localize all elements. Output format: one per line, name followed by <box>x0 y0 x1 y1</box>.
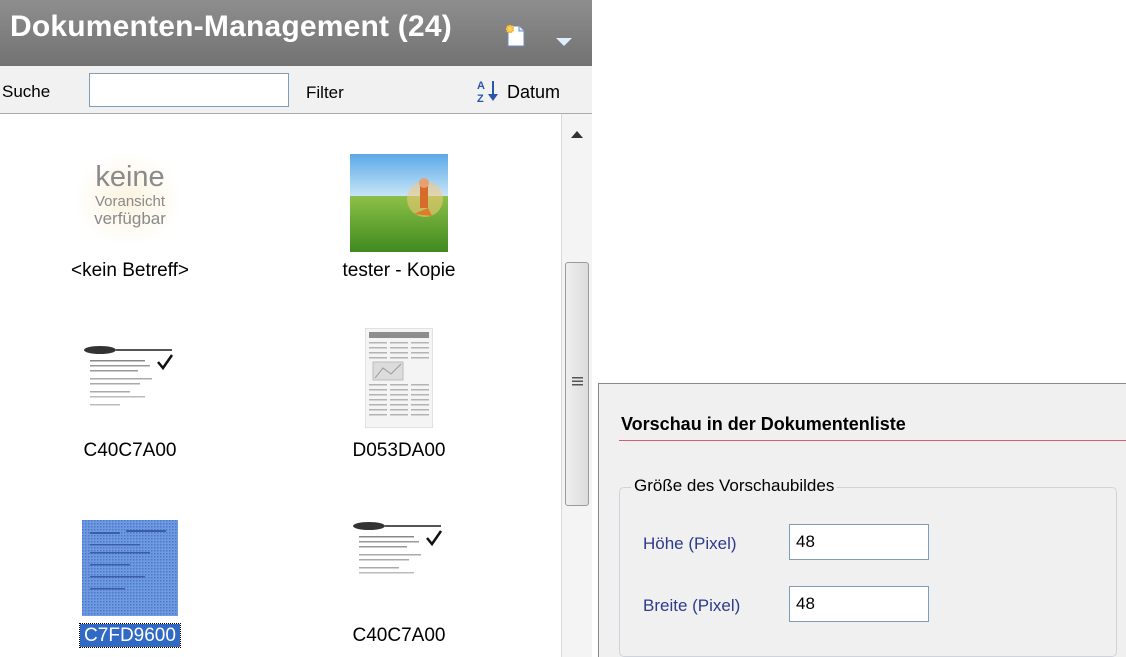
grip-icon <box>572 377 583 386</box>
sort-by-date-label[interactable]: Datum <box>507 82 560 103</box>
search-input[interactable] <box>89 73 289 107</box>
document-item[interactable]: C40C7A00 <box>25 324 235 474</box>
document-label: <kein Betreff> <box>71 260 189 281</box>
width-input[interactable] <box>789 586 929 622</box>
preview-settings-panel: Vorschau in der Dokumentenliste Größe de… <box>598 383 1126 657</box>
group-title: Größe des Vorschaubildes <box>631 476 838 496</box>
document-item[interactable]: C40C7A00 <box>294 492 504 646</box>
width-label: Breite (Pixel) <box>643 596 741 615</box>
no-preview-word-3: verfügbar <box>94 209 166 229</box>
scanned-letter-thumbnail <box>80 338 180 418</box>
document-item[interactable]: tester - Kopie <box>294 144 504 294</box>
document-list: keine Voransicht verfügbar <kein Betreff… <box>0 114 560 657</box>
scrollbar-thumb[interactable] <box>565 262 589 506</box>
document-management-panel: Dokumenten-Management (24) Suche Filter … <box>0 0 592 657</box>
document-label: tester - Kopie <box>342 260 456 281</box>
document-label: C40C7A00 <box>83 440 177 461</box>
search-toolbar: Suche Filter A Z Datum <box>0 66 592 114</box>
thumbnail-size-group <box>619 487 1117 657</box>
document-label-selected: C7FD9600 <box>25 623 235 648</box>
chevron-down-icon[interactable] <box>555 37 573 47</box>
settings-section-title: Vorschau in der Dokumentenliste <box>621 414 906 434</box>
height-label: Höhe (Pixel) <box>643 534 737 553</box>
section-divider <box>619 440 1126 441</box>
svg-text:A: A <box>477 80 485 92</box>
photo-thumbnail <box>350 154 448 252</box>
panel-header: Dokumenten-Management (24) <box>0 0 592 67</box>
document-item[interactable]: keine Voransicht verfügbar <kein Betreff… <box>25 144 235 294</box>
document-item[interactable]: D053DA00 <box>294 324 504 474</box>
filter-button[interactable]: Filter <box>306 83 344 103</box>
search-label: Suche <box>2 82 51 101</box>
scanned-letter-thumbnail <box>349 514 449 594</box>
document-label: D053DA00 <box>352 440 446 461</box>
scroll-up-arrow-icon[interactable] <box>570 130 584 140</box>
document-label: C40C7A00 <box>352 625 446 646</box>
document-item-selected[interactable]: C7FD9600 <box>25 492 235 648</box>
selected-thumbnail <box>82 520 178 616</box>
no-preview-word-1: keine <box>95 161 165 193</box>
vertical-scrollbar[interactable] <box>561 114 592 657</box>
new-document-icon[interactable] <box>505 24 527 48</box>
newspaper-thumbnail <box>365 328 433 428</box>
panel-title: Dokumenten-Management (24) <box>10 10 452 43</box>
no-preview-word-2: Voransicht <box>94 192 166 210</box>
height-input[interactable] <box>789 524 929 560</box>
sort-az-icon[interactable]: A Z <box>476 78 500 104</box>
no-preview-thumbnail: keine Voransicht verfügbar <box>55 152 205 252</box>
svg-text:Z: Z <box>477 93 484 104</box>
